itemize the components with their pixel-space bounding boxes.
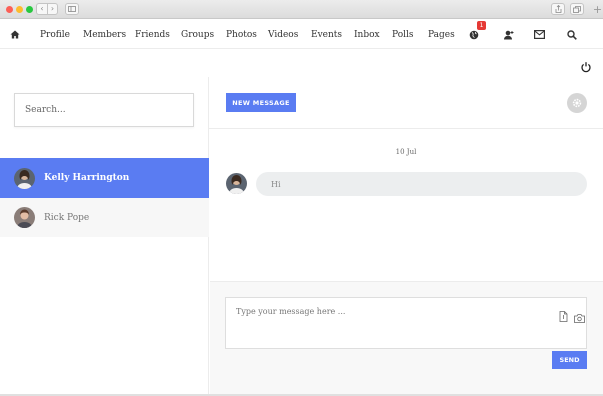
tabs-icon [573,5,581,13]
send-button[interactable]: SEND [552,351,587,369]
main-navbar: Profile Members Friends Groups Photos Vi… [0,20,603,49]
avatar [226,173,247,194]
maximize-window-button[interactable] [26,6,33,13]
home-icon[interactable] [7,20,23,49]
new-tab-button[interactable]: + [592,3,603,15]
search-icon[interactable] [564,20,580,49]
minimize-window-button[interactable] [16,6,23,13]
notification-badge: 1 [477,21,486,30]
contact-item-kelly-harrington[interactable]: Kelly Harrington [0,158,209,198]
close-window-button[interactable] [6,6,13,13]
camera-icon[interactable] [574,308,585,323]
contact-name: Rick Pope [44,212,90,223]
forward-button[interactable]: › [47,3,58,15]
message-input-placeholder: Type your message here ... [236,307,346,316]
nav-link-events[interactable]: Events [311,20,342,49]
nav-link-inbox[interactable]: Inbox [354,20,380,49]
attach-file-icon[interactable] [559,307,568,322]
sidebar-toggle-button[interactable] [65,3,79,15]
contact-item-rick-pope[interactable]: Rick Pope [0,198,209,237]
chat-settings-button[interactable] [567,93,587,113]
tabs-button[interactable] [570,3,584,15]
nav-link-pages[interactable]: Pages [428,20,455,49]
back-button[interactable]: ‹ [36,3,47,15]
sidebar-icon [68,6,76,12]
contact-search-input[interactable]: Search... [14,93,194,127]
contact-name: Kelly Harrington [44,173,130,183]
nav-link-videos[interactable]: Videos [268,20,298,49]
nav-link-groups[interactable]: Groups [181,20,214,49]
avatar [14,207,35,228]
nav-link-profile[interactable]: Profile [40,20,70,49]
nav-link-friends[interactable]: Friends [135,20,170,49]
browser-toolbar: ‹ › + [0,0,603,19]
chat-header-divider [209,128,603,129]
message-input[interactable] [225,297,587,349]
message-bubble: Hi [256,172,587,196]
message-date: 10 Jul [395,148,417,156]
nav-link-members[interactable]: Members [83,20,126,49]
new-message-button[interactable]: NEW MESSAGE [226,93,296,112]
power-icon[interactable] [580,58,592,73]
gear-icon [572,98,582,108]
user-add-icon[interactable] [500,20,516,49]
mail-icon[interactable] [531,20,547,49]
nav-link-polls[interactable]: Polls [392,20,414,49]
share-button[interactable] [551,3,565,15]
share-icon [555,5,561,13]
nav-link-photos[interactable]: Photos [226,20,257,49]
avatar [14,167,35,189]
